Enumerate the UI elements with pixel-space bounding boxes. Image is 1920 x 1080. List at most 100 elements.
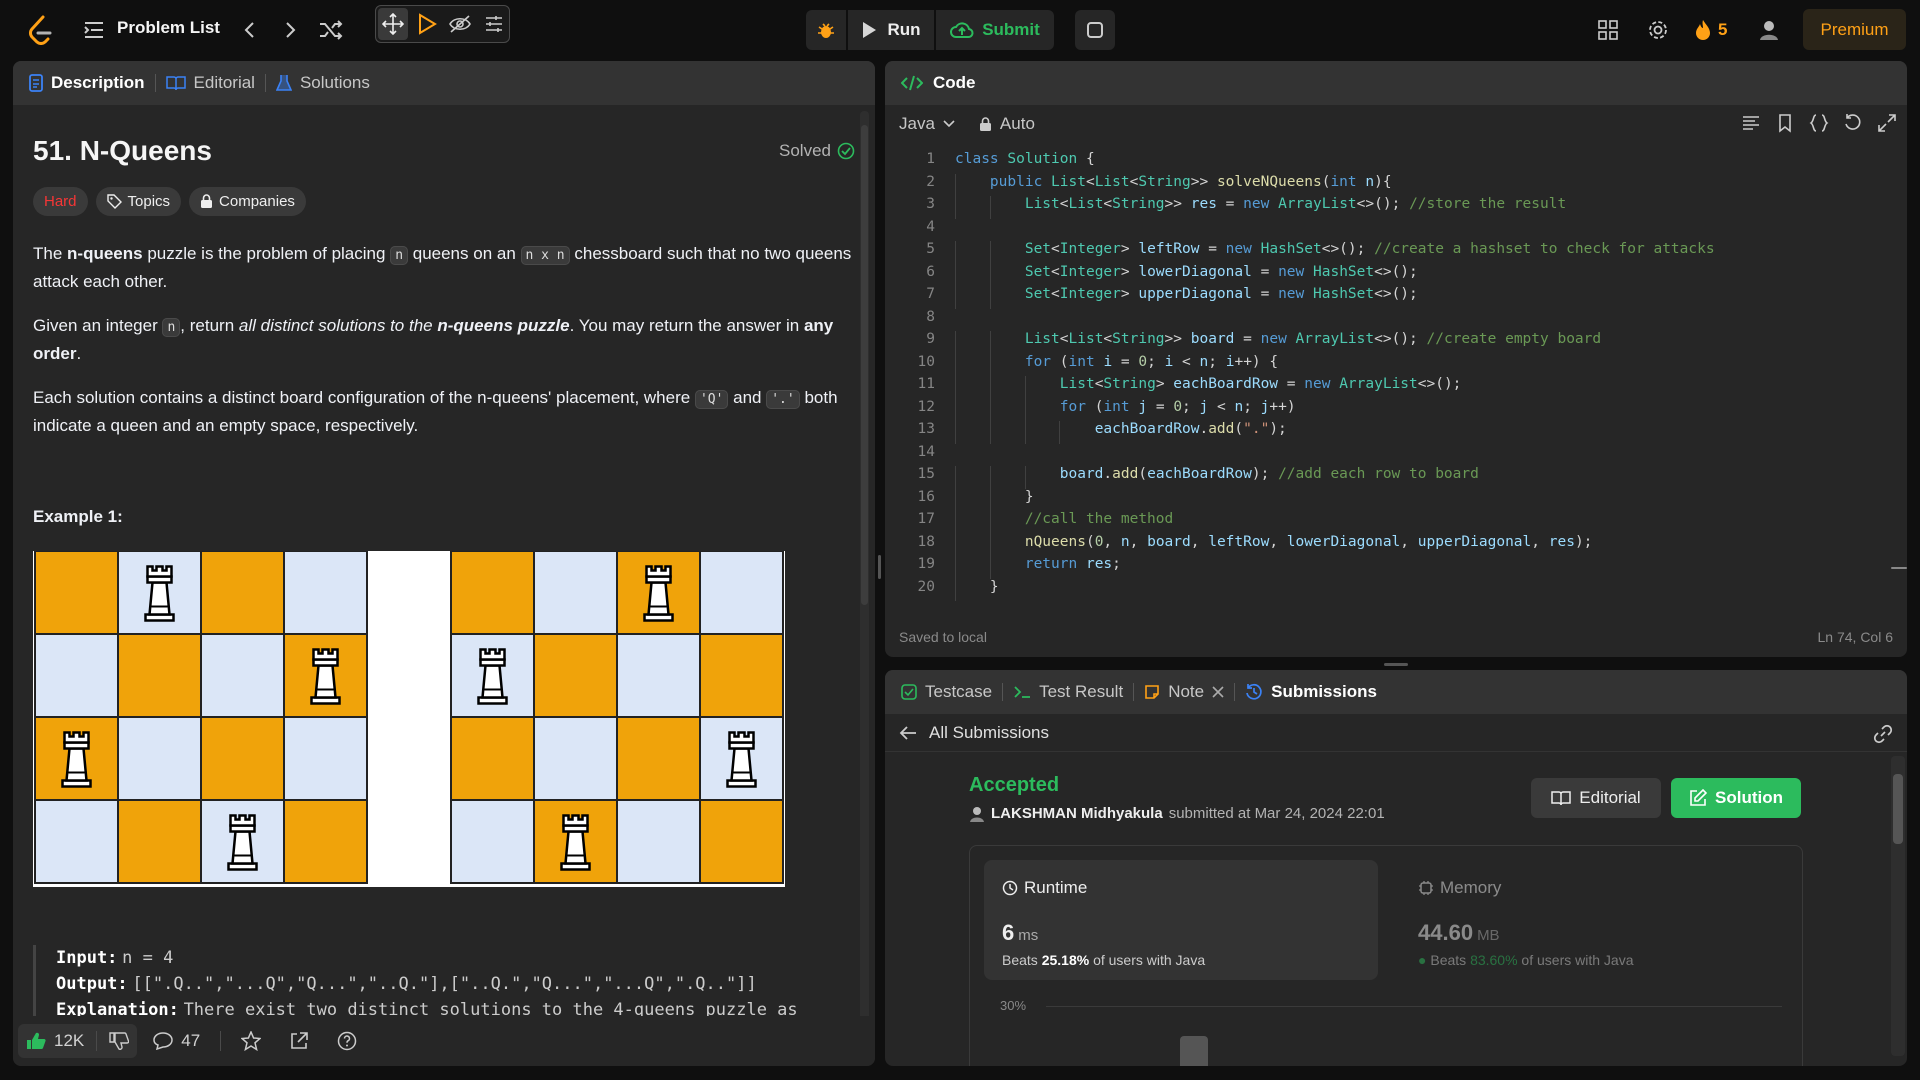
- reset-icon[interactable]: [1843, 113, 1863, 133]
- code-line[interactable]: 14: [885, 444, 1907, 467]
- code-line[interactable]: 11 List<String> eachBoardRow = new Array…: [885, 376, 1907, 399]
- tab-description[interactable]: Description: [29, 73, 145, 93]
- streak-counter[interactable]: 5: [1694, 16, 1727, 44]
- auto-complete-toggle[interactable]: Auto: [979, 114, 1035, 134]
- check-circle-icon: [837, 142, 855, 160]
- code-line[interactable]: 16 }: [885, 488, 1907, 511]
- code-line[interactable]: 1 class Solution {: [885, 151, 1907, 174]
- thumbs-up-icon[interactable]: [26, 1032, 46, 1050]
- code-line[interactable]: 6 Set<Integer> lowerDiagonal = new HashS…: [885, 263, 1907, 286]
- settings-gear-icon[interactable]: [1646, 18, 1670, 42]
- inline-code: '.': [766, 390, 800, 409]
- code-line[interactable]: 12 for (int j = 0; j < n; j++): [885, 398, 1907, 421]
- favorite-button[interactable]: [229, 1024, 273, 1058]
- code-line[interactable]: 8: [885, 309, 1907, 332]
- tab-description-label: Description: [51, 73, 145, 92]
- horizontal-splitter-handle[interactable]: [1384, 663, 1408, 666]
- code-line[interactable]: 4: [885, 219, 1907, 242]
- code-line[interactable]: 9 List<List<String>> board = new ArrayLi…: [885, 331, 1907, 354]
- run-button[interactable]: Run: [848, 10, 934, 50]
- submitter-name[interactable]: LAKSHMAN Midhyakula: [991, 805, 1163, 822]
- tab-divider: [1234, 683, 1236, 701]
- code-line[interactable]: 18 nQueens(0, n, board, leftRow, lowerDi…: [885, 533, 1907, 556]
- hide-icon[interactable]: [446, 8, 476, 40]
- indent-guide: [955, 241, 956, 264]
- previous-problem-icon[interactable]: [238, 18, 260, 42]
- close-icon[interactable]: [1212, 686, 1224, 698]
- tab-solutions[interactable]: Solutions: [275, 73, 370, 93]
- code-editor[interactable]: 1 class Solution {2 public List<List<Stri…: [885, 151, 1907, 611]
- premium-button[interactable]: Premium: [1803, 9, 1906, 50]
- language-select[interactable]: Java: [899, 114, 955, 134]
- submissions-panel: Testcase Test Result Note Submissions Al…: [885, 670, 1907, 1066]
- leetcode-logo-icon[interactable]: [26, 14, 54, 46]
- arrow-left-icon[interactable]: [899, 725, 917, 741]
- description-scrollbar-thumb[interactable]: [861, 125, 868, 605]
- indent-guide: [989, 241, 991, 264]
- tab-editorial[interactable]: Editorial: [165, 73, 255, 93]
- settings-sliders-icon[interactable]: [479, 8, 509, 40]
- runtime-card[interactable]: Runtime 6 ms Beats 25.18% of users with J…: [984, 860, 1378, 980]
- tab-test-result[interactable]: Test Result: [1013, 682, 1123, 702]
- code-line[interactable]: 13 eachBoardRow.add(".");: [885, 421, 1907, 444]
- tab-testcase-label: Testcase: [925, 682, 993, 701]
- notes-icon[interactable]: [1075, 10, 1115, 50]
- code-line[interactable]: 10 for (int i = 0; i < n; i++) {: [885, 353, 1907, 376]
- help-button[interactable]: [325, 1024, 369, 1058]
- footer-divider: [220, 1031, 222, 1051]
- topics-chip[interactable]: Topics: [95, 187, 182, 216]
- distribution-bar[interactable]: [1180, 1036, 1208, 1066]
- code-line[interactable]: 20 }: [885, 578, 1907, 601]
- next-problem-icon[interactable]: [280, 18, 302, 42]
- submit-button[interactable]: Submit: [936, 10, 1054, 50]
- line-number: 1: [926, 151, 935, 167]
- layout-icon[interactable]: [1597, 18, 1619, 42]
- problem-title[interactable]: 51. N-Queens: [33, 135, 212, 167]
- run-outline-icon[interactable]: [412, 8, 442, 40]
- bookmark-icon[interactable]: [1775, 113, 1795, 133]
- braces-icon[interactable]: [1809, 113, 1829, 133]
- share-button[interactable]: [277, 1024, 321, 1058]
- tab-note[interactable]: Note: [1144, 682, 1224, 702]
- companies-chip[interactable]: Companies: [189, 187, 306, 216]
- debug-bug-icon[interactable]: [806, 10, 846, 50]
- mode-label: Auto: [999, 114, 1035, 133]
- board-square: [283, 799, 368, 884]
- thumbs-down-icon[interactable]: [109, 1032, 130, 1050]
- drag-handle-icon[interactable]: [378, 8, 408, 40]
- line-content: Set<Integer> upperDiagonal = new HashSet…: [1024, 286, 1418, 302]
- indent-guide: [989, 556, 991, 579]
- terminal-icon: [1014, 686, 1031, 698]
- code-line[interactable]: 5 Set<Integer> leftRow = new HashSet<>()…: [885, 241, 1907, 264]
- tab-testcase[interactable]: Testcase: [901, 682, 992, 702]
- tab-submissions[interactable]: Submissions: [1245, 682, 1377, 702]
- code-line[interactable]: 15 board.add(eachBoardRow); //add each r…: [885, 466, 1907, 489]
- book-icon: [165, 76, 186, 91]
- line-number: 13: [917, 421, 935, 437]
- code-line[interactable]: 19 return res;: [885, 556, 1907, 579]
- problem-list-label[interactable]: Problem List: [117, 18, 220, 38]
- format-icon[interactable]: [1741, 113, 1761, 133]
- editorial-button[interactable]: Editorial: [1531, 778, 1661, 818]
- shuffle-icon[interactable]: [318, 18, 344, 42]
- code-line[interactable]: 3 List<List<String>> res = new ArrayList…: [885, 196, 1907, 219]
- comments-button[interactable]: 47: [141, 1024, 212, 1058]
- memory-card[interactable]: Memory 44.60 MB ● Beats 83.60% of users w…: [1400, 860, 1794, 980]
- text-italic: all distinct solutions to the: [238, 316, 438, 335]
- code-line[interactable]: 7 Set<Integer> upperDiagonal = new HashS…: [885, 286, 1907, 309]
- problem-list-icon[interactable]: [84, 20, 104, 40]
- vertical-splitter-handle[interactable]: [878, 555, 881, 579]
- tab-editorial-label: Editorial: [193, 73, 255, 92]
- all-submissions-link[interactable]: All Submissions: [929, 723, 1049, 743]
- indent-guide: [989, 196, 991, 219]
- code-line[interactable]: 2 public List<List<String>> solveNQueens…: [885, 173, 1907, 196]
- user-avatar-icon[interactable]: [1757, 18, 1781, 42]
- line-number: 14: [917, 443, 935, 460]
- expand-icon[interactable]: [1877, 113, 1897, 133]
- link-icon[interactable]: [1873, 724, 1893, 744]
- solution-button[interactable]: Solution: [1671, 778, 1801, 818]
- code-line[interactable]: 17 //call the method: [885, 511, 1907, 534]
- share-icon: [291, 1032, 308, 1049]
- submissions-scrollbar-thumb[interactable]: [1893, 774, 1903, 844]
- top-bar: Problem List Run Submit 5 Premium: [0, 0, 1920, 60]
